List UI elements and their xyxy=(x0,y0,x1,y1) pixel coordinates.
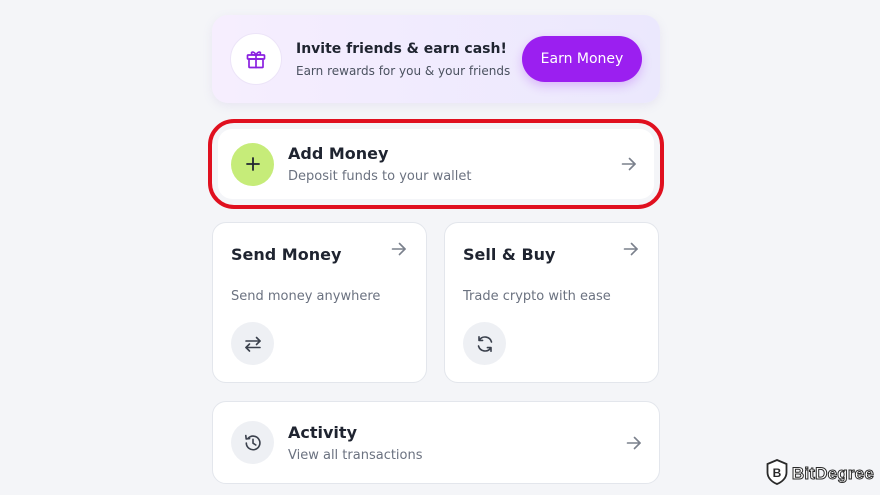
activity-subtitle: View all transactions xyxy=(288,447,423,463)
send-money-card[interactable]: Send Money Send money anywhere xyxy=(212,222,427,383)
invite-banner: Invite friends & earn cash! Earn rewards… xyxy=(212,15,660,103)
bitdegree-watermark: B BitDegree xyxy=(766,459,874,489)
arrow-right-icon xyxy=(622,240,640,262)
wallet-actions-panel: Invite friends & earn cash! Earn rewards… xyxy=(208,15,664,484)
invite-title: Invite friends & earn cash! xyxy=(296,40,507,57)
sell-buy-subtitle: Trade crypto with ease xyxy=(463,289,611,304)
refresh-icon xyxy=(463,322,506,365)
gift-icon xyxy=(230,33,282,85)
send-money-subtitle: Send money anywhere xyxy=(231,289,381,304)
invite-subtitle: Earn rewards for you & your friends xyxy=(296,63,511,78)
activity-title: Activity xyxy=(288,422,357,442)
activity-card[interactable]: Activity View all transactions xyxy=(212,401,660,484)
arrow-right-icon xyxy=(618,153,640,175)
sell-buy-title: Sell & Buy xyxy=(463,245,556,264)
activity-text: Activity View all transactions xyxy=(288,423,623,463)
invite-text: Invite friends & earn cash! Earn rewards… xyxy=(296,41,522,78)
sell-buy-card[interactable]: Sell & Buy Trade crypto with ease xyxy=(444,222,659,383)
add-money-subtitle: Deposit funds to your wallet xyxy=(288,169,472,184)
add-money-title: Add Money xyxy=(288,144,389,163)
action-tiles: Send Money Send money anywhere Sell & Bu… xyxy=(212,222,660,383)
swap-arrows-icon xyxy=(231,322,274,365)
svg-text:B: B xyxy=(773,466,782,480)
send-money-title: Send Money xyxy=(231,245,342,264)
arrow-right-icon xyxy=(390,240,408,262)
earn-money-button[interactable]: Earn Money xyxy=(522,36,642,82)
add-money-card[interactable]: Add Money Deposit funds to your wallet xyxy=(218,129,654,199)
watermark-text: BitDegree xyxy=(791,464,874,484)
add-money-text: Add Money Deposit funds to your wallet xyxy=(288,144,618,184)
plus-icon xyxy=(231,142,274,186)
arrow-right-icon xyxy=(623,432,645,454)
bitdegree-logo-icon: B xyxy=(766,459,788,489)
history-icon xyxy=(231,421,274,464)
